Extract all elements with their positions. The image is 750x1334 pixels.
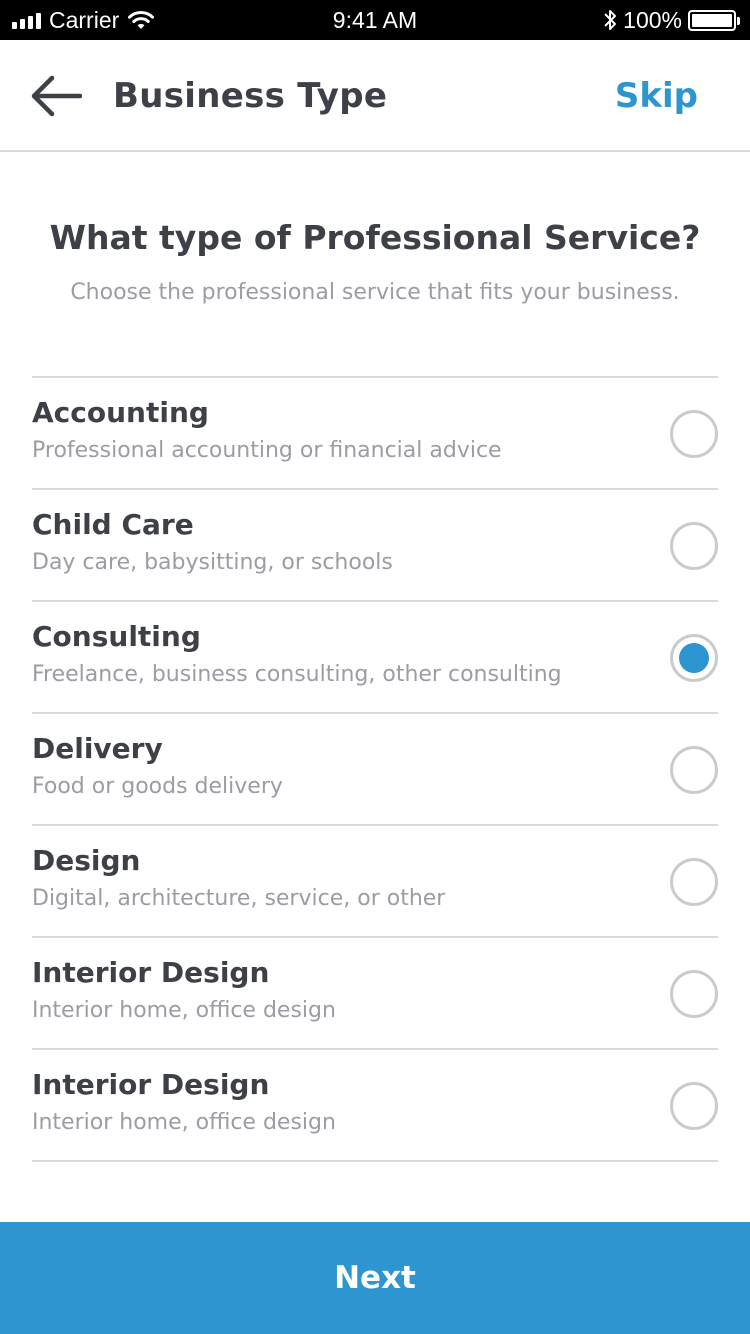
radio-button[interactable] [670,1082,718,1130]
option-description: Digital, architecture, service, or other [32,886,446,911]
battery-icon [688,9,740,31]
option-description: Interior home, office design [32,998,336,1023]
option-title: Design [32,844,141,877]
skip-button[interactable]: Skip [615,40,698,152]
battery-percent: 100% [623,6,682,33]
option-title: Child Care [32,508,194,541]
arrow-left-icon [31,75,82,117]
option-description: Day care, babysitting, or schools [32,550,393,575]
option-description: Food or goods delivery [32,774,283,799]
option-description: Freelance, business consulting, other co… [32,662,562,687]
radio-button[interactable] [670,410,718,458]
option-description: Professional accounting or financial adv… [32,438,502,463]
nav-bar: Business Type Skip [0,40,750,152]
option-row-design[interactable]: Design Digital, architecture, service, o… [32,826,718,938]
option-row-interior-design-2[interactable]: Interior Design Interior home, office de… [32,1050,718,1162]
status-bar: Carrier 9:41 AM 100% [0,0,750,40]
option-title: Interior Design [32,1068,270,1101]
radio-selected-dot [679,643,709,673]
radio-button-selected[interactable] [670,634,718,682]
option-title: Interior Design [32,956,270,989]
radio-button[interactable] [670,746,718,794]
status-right: 100% [603,0,740,40]
question-subheading: Choose the professional service that fit… [70,280,680,305]
question-heading: What type of Professional Service? [49,218,701,257]
option-title: Delivery [32,732,163,765]
service-option-list: Accounting Professional accounting or fi… [32,376,718,1162]
option-title: Accounting [32,396,209,429]
option-row-consulting[interactable]: Consulting Freelance, business consultin… [32,602,718,714]
option-row-interior-design[interactable]: Interior Design Interior home, office de… [32,938,718,1050]
option-row-child-care[interactable]: Child Care Day care, babysitting, or sch… [32,490,718,602]
radio-button[interactable] [670,858,718,906]
option-row-delivery[interactable]: Delivery Food or goods delivery [32,714,718,826]
option-description: Interior home, office design [32,1110,336,1135]
option-title: Consulting [32,620,201,653]
bluetooth-icon [604,10,617,30]
radio-button[interactable] [670,970,718,1018]
back-button[interactable] [26,70,86,122]
option-row-accounting[interactable]: Accounting Professional accounting or fi… [32,378,718,490]
radio-button[interactable] [670,522,718,570]
next-button[interactable]: Next [0,1222,750,1334]
page-title: Business Type [113,76,388,116]
